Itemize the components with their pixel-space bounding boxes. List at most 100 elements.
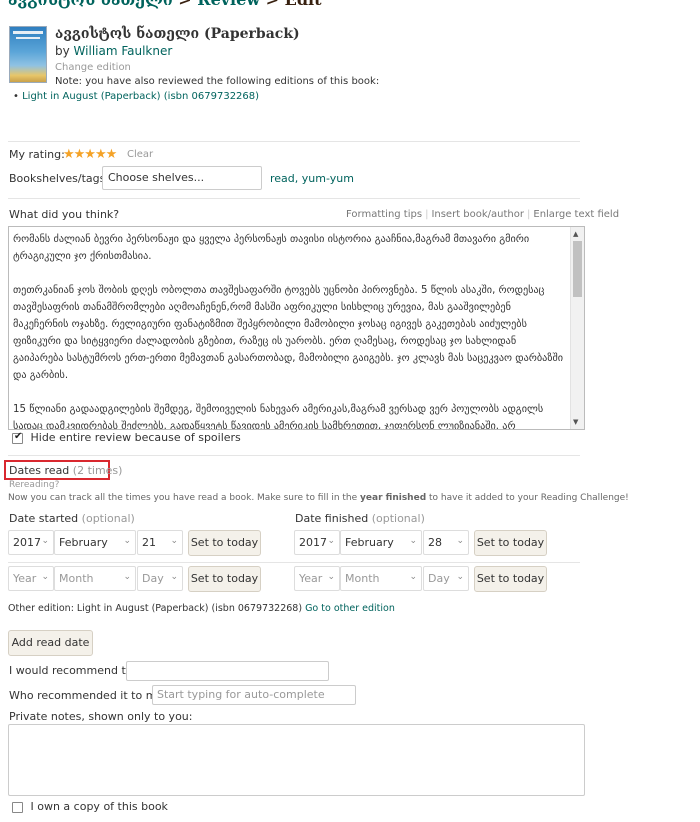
date-finished-text: Date finished: [295, 512, 369, 525]
date-started-text: Date started: [9, 512, 79, 525]
chevron-down-icon: ⌄: [170, 572, 178, 582]
spoiler-option: Hide entire review because of spoilers: [12, 431, 241, 444]
info-text: to have it added to your Reading Challen…: [426, 493, 629, 503]
breadcrumb-current: Edit: [285, 0, 322, 9]
end-month-select[interactable]: Month ⌄: [340, 566, 422, 591]
by-label: by: [55, 44, 70, 58]
year-placeholder: Year: [299, 572, 323, 585]
star-rating[interactable]: ★★★★★: [63, 147, 117, 162]
breadcrumb-review-link[interactable]: Review: [197, 0, 260, 9]
start-year-select[interactable]: Year ⌄: [8, 566, 54, 591]
review-paragraph: რომანს ძალიან ბევრი პერსონაჟი და ყველა პ…: [13, 234, 530, 262]
optional-label: (optional): [371, 512, 425, 525]
spoiler-checkbox[interactable]: [12, 431, 23, 444]
enlarge-text-field-link[interactable]: Enlarge text field: [533, 209, 619, 220]
choose-shelves-input[interactable]: Choose shelves...: [102, 166, 262, 190]
review-paragraph: 15 წლიანი გადაადგილების შემდეგ, შემოიველ…: [13, 404, 544, 430]
rereading-label: Rereading?: [9, 480, 60, 490]
scroll-down-arrow-icon[interactable]: ▼: [573, 418, 578, 426]
dates-read-title: Dates read: [9, 464, 70, 477]
other-edition-line: Other edition: Light in August (Paperbac…: [8, 603, 395, 614]
clear-rating-link[interactable]: Clear: [127, 149, 153, 160]
end-year-select[interactable]: Year ⌄: [294, 566, 340, 591]
info-bold: year finished: [360, 493, 427, 503]
year-placeholder: Year: [13, 572, 37, 585]
start-month-value: February: [59, 536, 108, 549]
divider: [8, 141, 580, 142]
author-link[interactable]: William Faulkner: [74, 44, 173, 58]
review-text: რომანს ძალიან ბევრი პერსონაჟი და ყველა პ…: [13, 231, 568, 430]
own-copy-checkbox[interactable]: [12, 801, 23, 813]
other-edition-item: • Light in August (Paperback) (isbn 0679…: [13, 91, 260, 102]
insert-book-author-link[interactable]: Insert book/author: [431, 209, 524, 220]
change-edition-link[interactable]: Change edition: [55, 62, 131, 73]
private-notes-label: Private notes, shown only to you:: [9, 710, 193, 723]
start-day-select[interactable]: 21 ⌄: [137, 530, 183, 555]
own-copy-label: I own a copy of this book: [30, 800, 168, 813]
scrollbar-thumb[interactable]: [573, 241, 582, 297]
spoiler-label: Hide entire review because of spoilers: [30, 431, 241, 444]
end-day-value: 28: [428, 536, 442, 549]
divider: [8, 562, 580, 563]
review-paragraph: თეთრკანიან ჯოს შობის დღეს ობოლთა თავშესა…: [13, 285, 564, 381]
private-notes-textarea[interactable]: [8, 724, 585, 796]
end-day-select[interactable]: Day ⌄: [423, 566, 469, 591]
review-label: What did you think?: [9, 208, 120, 221]
chevron-down-icon: ⌄: [123, 536, 131, 546]
chevron-down-icon: ⌄: [327, 536, 335, 546]
info-text: Now you can track all the times you have…: [8, 493, 361, 503]
start-month-select[interactable]: Month ⌄: [54, 566, 136, 591]
shelf-tags-link[interactable]: read, yum-yum: [270, 172, 354, 185]
rating-label: My rating:: [9, 148, 65, 161]
end-month-select[interactable]: February ⌄: [340, 530, 422, 555]
set-end-today-button[interactable]: Set to today: [474, 566, 547, 592]
start-month-select[interactable]: February ⌄: [54, 530, 136, 555]
chevron-down-icon: ⌄: [41, 572, 49, 582]
go-to-other-edition-link[interactable]: Go to other edition: [305, 603, 395, 614]
day-placeholder: Day: [142, 572, 164, 585]
divider: [8, 198, 580, 199]
chevron-down-icon: ⌄: [456, 536, 464, 546]
chevron-down-icon: ⌄: [456, 572, 464, 582]
chevron-down-icon: ⌄: [409, 536, 417, 546]
review-toolbar: Formatting tips | Insert book/author | Enlar…: [346, 209, 620, 220]
month-placeholder: Month: [345, 572, 380, 585]
optional-label: (optional): [81, 512, 135, 525]
formatting-tips-link[interactable]: Formatting tips: [346, 209, 422, 220]
start-day-select[interactable]: Day ⌄: [137, 566, 183, 591]
review-scrollbar[interactable]: ▲ ▼: [570, 227, 584, 429]
dates-read-heading: Dates read (2 times): [9, 464, 122, 477]
start-year-select[interactable]: 2017 ⌄: [8, 530, 54, 555]
breadcrumb-separator: >: [260, 0, 285, 9]
set-end-today-button[interactable]: Set to today: [474, 530, 547, 556]
end-day-select[interactable]: 28 ⌄: [423, 530, 469, 555]
book-cover-image[interactable]: [9, 26, 47, 83]
month-placeholder: Month: [59, 572, 94, 585]
day-placeholder: Day: [428, 572, 450, 585]
recommended-by-input[interactable]: Start typing for auto-complete: [152, 685, 356, 705]
other-editions-note: Note: you have also reviewed the followi…: [55, 76, 380, 87]
chevron-down-icon: ⌄: [327, 572, 335, 582]
book-author-line: by William Faulkner: [55, 44, 172, 58]
chevron-down-icon: ⌄: [409, 572, 417, 582]
end-month-value: February: [345, 536, 394, 549]
set-start-today-button[interactable]: Set to today: [188, 566, 261, 592]
end-year-select[interactable]: 2017 ⌄: [294, 530, 340, 555]
scroll-up-arrow-icon[interactable]: ▲: [573, 230, 578, 238]
start-day-value: 21: [142, 536, 156, 549]
reading-challenge-info: Now you can track all the times you have…: [8, 493, 629, 503]
breadcrumb-separator: >: [173, 0, 198, 9]
breadcrumb-book-link[interactable]: ავგისტოს ნათელი: [8, 0, 173, 9]
book-title: ავგისტოს ნათელი (Paperback): [55, 26, 300, 42]
date-started-label: Date started (optional): [9, 512, 135, 525]
recommend-to-input[interactable]: [126, 661, 329, 681]
review-textarea[interactable]: რომანს ძალიან ბევრი პერსონაჟი და ყველა პ…: [8, 226, 585, 430]
set-start-today-button[interactable]: Set to today: [188, 530, 261, 556]
recommend-to-label: I would recommend to:: [9, 664, 137, 677]
start-year-value: 2017: [13, 536, 41, 549]
other-edition-link[interactable]: Light in August (Paperback) (isbn 067973…: [22, 91, 259, 102]
add-read-date-button[interactable]: Add read date: [8, 630, 93, 656]
own-copy-option: I own a copy of this book: [12, 800, 168, 813]
end-year-value: 2017: [299, 536, 327, 549]
other-edition-text: Other edition: Light in August (Paperbac…: [8, 603, 303, 614]
